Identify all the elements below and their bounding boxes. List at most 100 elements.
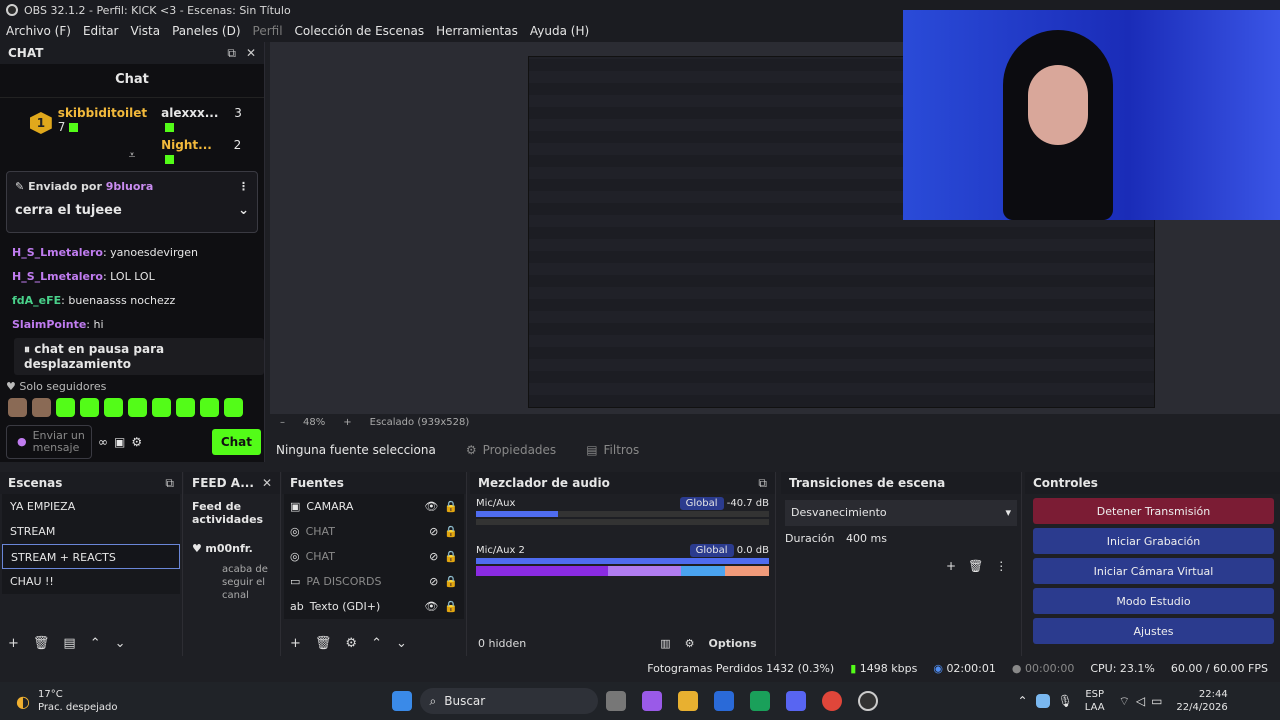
zoom-in-icon[interactable]: + bbox=[343, 417, 351, 428]
pinned-user[interactable]: 9bluora bbox=[106, 180, 154, 193]
source-item[interactable]: ◎ CHAT ⊘ 🔒 bbox=[284, 544, 464, 569]
menu-herramientas[interactable]: Herramientas bbox=[436, 24, 518, 38]
options-button[interactable]: Options bbox=[709, 637, 757, 650]
layout-icon[interactable]: ▥ bbox=[660, 637, 670, 650]
emote[interactable] bbox=[128, 398, 147, 417]
emote[interactable] bbox=[8, 398, 27, 417]
scene-item[interactable]: CHAU !! bbox=[2, 569, 180, 594]
copilot-icon[interactable] bbox=[641, 691, 662, 711]
chat-paused-banner[interactable]: ⏸ chat en pausa para desplazamiento bbox=[14, 338, 264, 375]
float-icon[interactable]: ⧉ bbox=[758, 476, 767, 491]
close-icon[interactable]: ✕ bbox=[246, 46, 256, 61]
send-chat-button[interactable]: Chat bbox=[211, 429, 261, 455]
menu-vista[interactable]: Vista bbox=[130, 24, 160, 38]
eye-off-icon[interactable]: ⊘ bbox=[429, 525, 438, 538]
up-icon[interactable]: ⌃ bbox=[90, 636, 101, 651]
emote[interactable] bbox=[104, 398, 123, 417]
settings-icon[interactable]: ⚙ bbox=[131, 435, 142, 449]
more-icon[interactable]: ⋮ bbox=[995, 559, 1007, 573]
mic-icon[interactable]: ● bbox=[17, 436, 27, 448]
up-icon[interactable]: ⌃ bbox=[371, 636, 382, 651]
menu-paneles[interactable]: Paneles (D) bbox=[172, 24, 240, 38]
emote[interactable] bbox=[152, 398, 171, 417]
lock-icon[interactable]: 🔒 bbox=[444, 575, 458, 588]
menu-archivo[interactable]: Archivo (F) bbox=[6, 24, 71, 38]
explorer-icon[interactable] bbox=[677, 691, 698, 711]
emote[interactable] bbox=[80, 398, 99, 417]
trash-icon[interactable]: 🗑 bbox=[33, 636, 50, 651]
filters-button[interactable]: ▤ Filtros bbox=[586, 443, 639, 457]
volume-slider[interactable] bbox=[476, 558, 769, 564]
source-item[interactable]: ab Texto (GDI+) 👁 🔒 bbox=[284, 594, 464, 619]
task-view-icon[interactable] bbox=[605, 691, 626, 711]
virtual-camera-button[interactable]: Iniciar Cámara Virtual bbox=[1033, 558, 1274, 584]
chat-input[interactable]: ● Enviar un mensaje bbox=[6, 425, 92, 459]
add-icon[interactable]: + bbox=[946, 559, 956, 573]
weather-icon[interactable]: ◐ bbox=[16, 692, 30, 711]
channel-mode[interactable]: Global bbox=[679, 497, 724, 510]
zoom-out-icon[interactable]: – bbox=[280, 417, 285, 428]
chat-username[interactable]: SlaimPointe bbox=[12, 318, 86, 331]
leader-name[interactable]: Night... bbox=[161, 138, 212, 152]
chrome-icon[interactable] bbox=[821, 691, 842, 711]
excel-icon[interactable] bbox=[749, 691, 770, 711]
emote[interactable] bbox=[56, 398, 75, 417]
menu-editar[interactable]: Editar bbox=[83, 24, 119, 38]
gear-icon[interactable]: ⚙ bbox=[345, 636, 357, 651]
settings-button[interactable]: Ajustes bbox=[1033, 618, 1274, 644]
down-icon[interactable]: ⌄ bbox=[115, 636, 126, 651]
lock-icon[interactable]: 🔒 bbox=[444, 500, 458, 513]
word-icon[interactable] bbox=[713, 691, 734, 711]
start-recording-button[interactable]: Iniciar Grabación bbox=[1033, 528, 1274, 554]
wifi-icon[interactable]: ⌔ bbox=[1119, 694, 1130, 709]
settings-icon[interactable]: ⚙ bbox=[685, 637, 695, 650]
discord-icon[interactable] bbox=[785, 691, 806, 711]
volume-slider[interactable] bbox=[476, 511, 769, 517]
eye-icon[interactable]: 👁 bbox=[424, 600, 438, 613]
studio-mode-button[interactable]: Modo Estudio bbox=[1033, 588, 1274, 614]
lock-icon[interactable]: 🔒 bbox=[444, 550, 458, 563]
eye-off-icon[interactable]: ⊘ bbox=[429, 550, 438, 563]
emote[interactable] bbox=[224, 398, 243, 417]
source-item[interactable]: ◎ CHAT ⊘ 🔒 bbox=[284, 519, 464, 544]
onedrive-icon[interactable] bbox=[1035, 694, 1050, 708]
obs-icon[interactable] bbox=[857, 691, 878, 711]
scene-item[interactable]: YA EMPIEZA bbox=[2, 494, 180, 519]
clock[interactable]: 22:44 22/4/2026 bbox=[1176, 688, 1227, 714]
more-icon[interactable]: ⋮ bbox=[238, 180, 249, 193]
lock-icon[interactable]: 🔒 bbox=[444, 525, 458, 538]
scale-label[interactable]: Escalado (939x528) bbox=[370, 417, 470, 428]
language-indicator[interactable]: ESP LAA bbox=[1085, 688, 1105, 714]
source-item[interactable]: ▣ CAMARA 👁 🔒 bbox=[284, 494, 464, 519]
trash-icon[interactable]: 🗑 bbox=[968, 559, 983, 573]
lock-icon[interactable]: 🔒 bbox=[444, 600, 458, 613]
weather-widget[interactable]: 17°C Prac. despejado bbox=[38, 688, 118, 714]
source-item[interactable]: ▭ PA DISCORDS ⊘ 🔒 bbox=[284, 569, 464, 594]
tray-chevron-icon[interactable]: ⌃ bbox=[1018, 694, 1028, 708]
down-icon[interactable]: ⌄ bbox=[396, 636, 407, 651]
stop-stream-button[interactable]: Detener Transmisión bbox=[1033, 498, 1274, 524]
channel-mode[interactable]: Global bbox=[689, 544, 734, 557]
eye-icon[interactable]: 👁 bbox=[424, 500, 438, 513]
scene-item[interactable]: STREAM bbox=[2, 519, 180, 544]
properties-button[interactable]: ⚙ Propiedades bbox=[466, 443, 556, 457]
add-icon[interactable]: + bbox=[290, 636, 301, 651]
duration-input[interactable]: 400 ms bbox=[846, 532, 887, 545]
add-icon[interactable]: + bbox=[8, 636, 19, 651]
store-icon[interactable]: ▣ bbox=[114, 435, 125, 449]
trash-icon[interactable]: 🗑 bbox=[315, 636, 332, 651]
transition-select[interactable]: Desvanecimiento ▾ bbox=[785, 500, 1017, 526]
filter-icon[interactable]: ▤ bbox=[63, 636, 75, 651]
emote[interactable] bbox=[176, 398, 195, 417]
emote[interactable] bbox=[200, 398, 219, 417]
battery-icon[interactable]: ▭ bbox=[1151, 694, 1162, 708]
emote-picker-icon[interactable]: ∞ bbox=[98, 435, 108, 449]
mic-icon[interactable]: 🎙 bbox=[1058, 694, 1073, 708]
start-icon[interactable] bbox=[391, 691, 412, 711]
menu-coleccion[interactable]: Colección de Escenas bbox=[295, 24, 425, 38]
feed-user[interactable]: m00nfr. bbox=[205, 542, 252, 555]
leader-name[interactable]: skibbiditoilet bbox=[58, 106, 147, 120]
close-icon[interactable]: ✕ bbox=[262, 476, 272, 490]
leader-name[interactable]: alexxx... bbox=[161, 106, 218, 120]
taskbar-search[interactable]: ⌕ Buscar bbox=[419, 688, 598, 714]
